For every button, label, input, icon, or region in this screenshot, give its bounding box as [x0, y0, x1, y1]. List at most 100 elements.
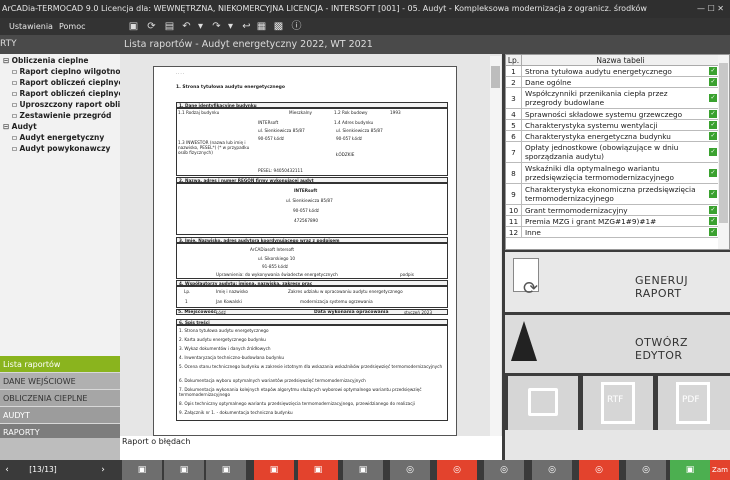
- print-button[interactable]: [508, 376, 578, 430]
- info-icon[interactable]: ⓘ: [290, 20, 303, 33]
- undo-icon[interactable]: ↶: [180, 20, 193, 33]
- doc-text: Jan Kowalski: [216, 299, 242, 304]
- window-title: ArCADia-TERMOCAD 9.0 Licencja dla: WEWNĘ…: [2, 4, 647, 13]
- report-preview[interactable]: · · · · 1. Strona tytułowa audytu energe…: [120, 54, 502, 436]
- check-icon[interactable]: ✓: [709, 169, 717, 177]
- doc-text: Zakres udziału w opracowaniu audytu ener…: [288, 289, 403, 294]
- tool-button-7[interactable]: ◎: [390, 460, 430, 480]
- doc-text: Mieszkalny: [289, 110, 312, 115]
- doc-text: modernizacja systemu ogrzewania: [300, 299, 373, 304]
- tool-button-3[interactable]: ▣: [206, 460, 246, 480]
- dropdown-icon[interactable]: ▾: [194, 20, 207, 33]
- open-editor-label: OTWÓRZ EDYTOR: [635, 336, 689, 362]
- tree-node-audit[interactable]: ⊟ Audyt: [3, 121, 37, 132]
- row-number: 2: [506, 77, 522, 87]
- doc-text: 1.2 Rok budowy: [334, 110, 368, 115]
- table-row[interactable]: 2 Dane ogólne ✓: [506, 77, 719, 88]
- refresh-icon[interactable]: ⟳: [145, 20, 158, 33]
- table-scrollbar[interactable]: [718, 55, 729, 249]
- dropdown-icon-2[interactable]: ▾: [224, 20, 237, 33]
- nav-report-list[interactable]: Lista raportów: [0, 356, 120, 373]
- tree-item[interactable]: ▫ Raport cieplno wilgotnoś: [12, 66, 120, 77]
- prev-page-icon[interactable]: ‹: [0, 460, 14, 480]
- check-icon[interactable]: ✓: [709, 121, 717, 129]
- tree-item[interactable]: ▫ Uproszczony raport oblic: [12, 99, 120, 110]
- export-rtf-button[interactable]: RTF: [583, 376, 653, 430]
- generate-report-button[interactable]: ⟳ GENERUJ RAPORT: [505, 252, 730, 312]
- tool-button-8[interactable]: ◎: [437, 460, 477, 480]
- tree-item[interactable]: ▫ Raport obliczeń cieplnycl: [12, 77, 120, 88]
- toc-item: 5. Ocena stanu technicznego budynku w za…: [179, 364, 443, 369]
- tree-item[interactable]: ▫ Audyt powykonawczy: [12, 143, 110, 154]
- row-title: Dane ogólne: [525, 77, 572, 87]
- doc-text: ŁÓDZKIE: [336, 152, 355, 157]
- table-row[interactable]: 8 Wskaźniki dla optymalnego wariantu prze…: [506, 163, 719, 184]
- tree-item[interactable]: ▫ Raport obliczeń cieplnych: [12, 88, 120, 99]
- table-row[interactable]: 12 Inne ✓: [506, 227, 719, 238]
- check-icon[interactable]: ✓: [709, 78, 717, 86]
- tool-button-11[interactable]: ◎: [579, 460, 619, 480]
- row-number: 12: [506, 227, 522, 237]
- redo-icon[interactable]: ↷: [210, 20, 223, 33]
- tree-item[interactable]: ▫ Audyt energetyczny: [12, 132, 104, 143]
- menu-help[interactable]: Pomoc: [59, 18, 86, 35]
- nav-input-data[interactable]: DANE WEJŚCIOWE: [0, 373, 120, 390]
- table-row[interactable]: 11 Premia MZG i grant MZG#1#9)#1# ✓: [506, 216, 719, 227]
- toc-item: 4. Inwentaryzacja techniczno-budowlana b…: [179, 355, 284, 360]
- check-icon[interactable]: ✓: [709, 228, 717, 236]
- tool-button-10[interactable]: ◎: [532, 460, 572, 480]
- close-button[interactable]: Zam: [710, 460, 730, 480]
- open-editor-button[interactable]: OTWÓRZ EDYTOR: [505, 315, 730, 373]
- window-controls[interactable]: — ☐ ✕: [697, 0, 724, 18]
- report-tree: ⊟ Obliczenia cieplne ▫ Raport cieplno wi…: [0, 54, 120, 356]
- doc-text: 472567890: [294, 218, 318, 223]
- tool-button-4[interactable]: ▣: [254, 460, 294, 480]
- row-title: Wskaźniki dla optymalnego wariantu przed…: [525, 164, 674, 182]
- table-row[interactable]: 4 Sprawności składowe systemu grzewczego ✓: [506, 109, 719, 120]
- table-row[interactable]: 10 Grant termomodernizacyjny ✓: [506, 205, 719, 216]
- tool-button-5[interactable]: ▣: [298, 460, 338, 480]
- table-row[interactable]: 7 Opłaty jednostkowe (obowiązujące w dniu…: [506, 142, 719, 163]
- doc-text: 1: [185, 299, 188, 304]
- save-icon[interactable]: ▣: [127, 20, 140, 33]
- tree-item[interactable]: ▫ Zestawienie przegród: [12, 110, 111, 121]
- check-icon[interactable]: ✓: [709, 217, 717, 225]
- next-page-icon[interactable]: ›: [96, 460, 110, 480]
- tool-button-1[interactable]: ▣: [122, 460, 162, 480]
- undo-alt-icon[interactable]: ↩: [240, 20, 253, 33]
- table-row[interactable]: 9 Charakterystyka ekonomiczna przedsięwzi…: [506, 184, 719, 205]
- table-row[interactable]: 5 Charakterystyka systemu wentylacji ✓: [506, 120, 719, 131]
- check-icon[interactable]: ✓: [709, 94, 717, 102]
- folder-icon[interactable]: ▤: [163, 20, 176, 33]
- nav-audit[interactable]: AUDYT: [0, 407, 120, 424]
- row-title: Charakterystyka systemu wentylacji: [525, 120, 658, 130]
- tool-button-6[interactable]: ▣: [343, 460, 383, 480]
- check-icon[interactable]: ✓: [709, 110, 717, 118]
- lock-icon[interactable]: ▩: [272, 20, 285, 33]
- check-icon[interactable]: ✓: [709, 190, 717, 198]
- table-row[interactable]: 6 Charakterystyka energetyczna budynku ✓: [506, 131, 719, 142]
- scroll-thumb[interactable]: [719, 63, 728, 223]
- action-panel-filler: [505, 430, 730, 460]
- check-icon[interactable]: ✓: [709, 148, 717, 156]
- tree-node-thermal[interactable]: ⊟ Obliczenia cieplne: [3, 55, 89, 66]
- preview-scrollbar[interactable]: [490, 56, 501, 436]
- tool-button-13[interactable]: ▣: [670, 460, 710, 480]
- calculator-icon[interactable]: ▦: [255, 20, 268, 33]
- tool-button-9[interactable]: ◎: [484, 460, 524, 480]
- nav-thermal-calc[interactable]: OBLICZENIA CIEPLNE: [0, 390, 120, 407]
- export-pdf-button[interactable]: PDF: [658, 376, 730, 430]
- row-title: Inne: [525, 227, 541, 237]
- table-row[interactable]: 1 Strona tytułowa audytu energetycznego ✓: [506, 66, 719, 77]
- tool-button-12[interactable]: ◎: [626, 460, 666, 480]
- col-lp-header: Lp.: [506, 55, 522, 66]
- check-icon[interactable]: ✓: [709, 206, 717, 214]
- check-icon[interactable]: ✓: [709, 67, 717, 75]
- scroll-thumb[interactable]: [491, 66, 500, 88]
- tool-button-2[interactable]: ▣: [164, 460, 204, 480]
- doc-text: Łódź: [216, 310, 226, 315]
- check-icon[interactable]: ✓: [709, 132, 717, 140]
- table-row[interactable]: 3 Współczynniki przenikania ciepła przez …: [506, 88, 719, 109]
- doc-text: ul. Sienkiewicza 85/87: [258, 128, 305, 133]
- menu-settings[interactable]: Ustawienia: [9, 18, 53, 35]
